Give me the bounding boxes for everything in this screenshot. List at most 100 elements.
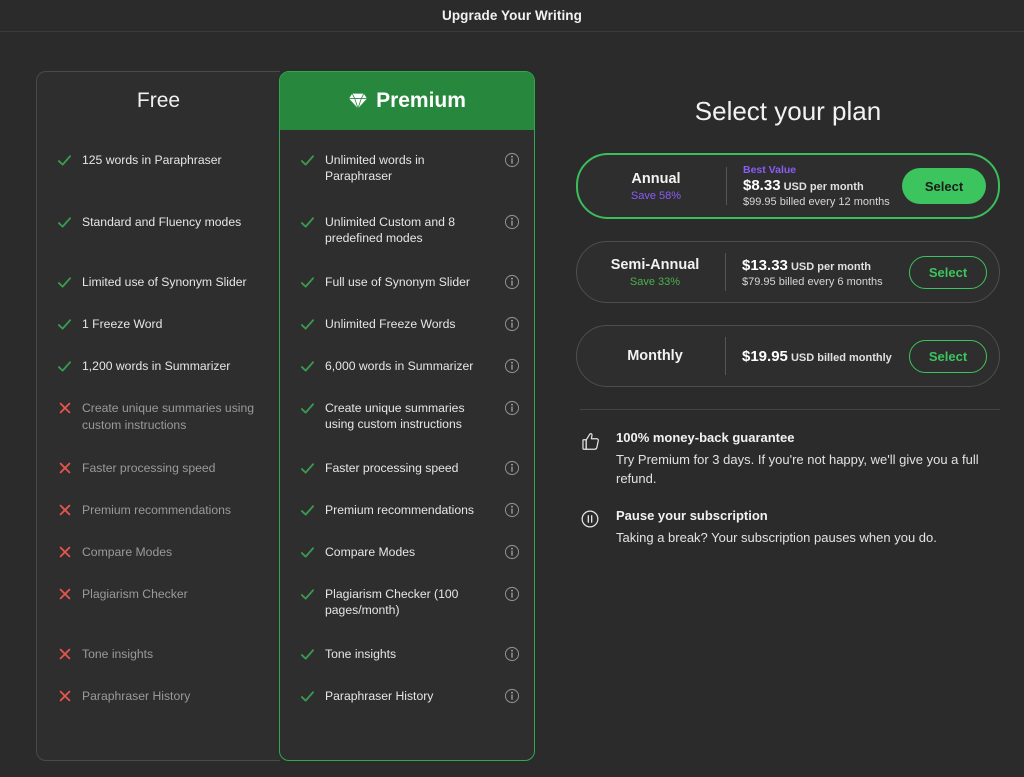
info-icon[interactable] [504,316,520,332]
plan-name: Annual [631,170,681,187]
plan-options-list: Annual Save 58% Best Value $8.33 USD per mo… [576,153,1000,387]
plan-name: Monthly [627,348,683,364]
feature-label: Compare Modes [325,544,416,559]
close-icon [57,401,72,415]
info-icon [504,460,520,475]
feature-row: Full use of Synonym Slider [280,274,534,316]
info-icon[interactable] [504,646,520,662]
close-icon [59,546,70,558]
thumbs-up-icon [582,433,599,450]
feature-row: Unlimited Custom and 8 predefined modes [280,214,534,274]
guarantee-body: Taking a break? Your subscription pauses… [616,530,937,545]
feature-label: Compare Modes [82,545,173,559]
check-icon [300,360,315,372]
info-icon[interactable] [504,214,520,230]
select-plan-button[interactable]: Select [909,339,987,373]
feature-label: Premium recommendations [325,502,475,517]
check-icon [300,503,315,518]
plan-price-unit: USD per month [787,260,872,273]
free-feature-list: 125 words in Paraphraser Standard and Flu… [37,130,280,730]
feature-row: Paraphraser History [37,688,280,730]
feature-label: Full use of Synonym Slider [325,274,470,289]
premium-feature-list: Unlimited words in Paraphraser Unlimited … [280,130,534,730]
plan-name-block: Annual Save 58% [578,171,726,202]
check-icon [300,275,315,290]
select-plan-button[interactable]: Select [909,255,987,289]
feature-label: Unlimited Custom and 8 predefined modes [325,214,456,246]
info-icon[interactable] [504,274,520,290]
info-icon[interactable] [504,152,520,168]
close-icon [57,587,72,601]
info-icon[interactable] [504,586,520,602]
check-icon [300,689,315,704]
feature-row: Paraphraser History [280,688,534,730]
select-plan-button[interactable]: Select [902,168,986,204]
feature-label: Create unique summaries using custom ins… [325,400,465,432]
page-title: Upgrade Your Writing [441,8,582,23]
check-icon [57,153,72,168]
check-icon [300,154,315,166]
guarantee-item: Pause your subscription Taking a break? Y… [576,508,1000,547]
plan-price-unit: USD billed monthly [787,351,892,364]
close-icon [59,504,70,516]
info-icon[interactable] [504,460,520,476]
plan-option-monthly[interactable]: Monthly $19.95 USD billed monthly Select [576,325,1000,387]
plan-price: $8.33 USD per month [743,177,902,194]
plan-option-semi-annual[interactable]: Semi-Annual Save 33% $13.33 USD per month $… [576,241,1000,303]
feature-label: 1 Freeze Word [82,317,163,331]
check-icon [300,690,315,702]
check-icon [300,647,315,662]
info-icon [504,688,520,703]
check-icon [300,402,315,414]
feature-row: Premium recommendations [280,502,534,544]
feature-label: Tone insights [325,646,397,661]
premium-plan-header: Premium [280,72,534,130]
info-icon[interactable] [504,502,520,518]
check-icon [57,215,72,230]
plan-name: Semi-Annual [610,256,700,273]
feature-label: Create unique summaries using custom ins… [82,401,255,432]
close-icon [59,648,70,660]
close-icon [59,462,70,474]
plan-pricing-block: $19.95 USD billed monthly [742,348,909,365]
plan-billing-note: $99.95 billed every 12 months [743,196,890,208]
info-icon [504,502,520,517]
free-plan-title: Free [136,89,181,112]
premium-plan-card: Premium Unlimited words in Paraphraser Un… [279,71,535,761]
check-icon [300,318,315,330]
info-icon [504,274,520,289]
info-icon[interactable] [504,358,520,374]
guarantee-heading: 100% money-back guarantee [616,430,795,445]
check-icon [300,588,315,600]
feature-row: Create unique summaries using custom ins… [280,400,534,460]
close-icon [57,647,72,661]
feature-label: Tone insights [82,647,154,661]
check-icon [57,361,72,372]
check-icon [300,276,315,288]
check-icon [300,504,315,516]
check-icon [300,317,315,332]
info-icon[interactable] [504,400,520,416]
plan-pricing-block: $13.33 USD per month $79.95 billed every … [742,257,909,288]
close-icon [57,461,72,475]
feature-label: 6,000 words in Summarizer [325,358,474,373]
plan-divider [725,337,726,375]
feature-label: Plagiarism Checker [82,587,188,601]
info-icon[interactable] [504,544,520,560]
close-icon [57,689,72,703]
feature-row: Limited use of Synonym Slider [37,274,280,316]
check-icon [300,545,315,560]
guarantee-text: Pause your subscription Taking a break? Y… [616,508,986,547]
check-icon [300,461,315,476]
check-icon [57,359,72,374]
feature-row: Tone insights [280,646,534,688]
plan-option-annual[interactable]: Annual Save 58% Best Value $8.33 USD per mo… [576,153,1000,219]
feature-row: Create unique summaries using custom ins… [37,400,280,460]
feature-label: Standard and Fluency modes [82,215,242,229]
info-icon[interactable] [504,688,520,704]
plan-price-amount: $8.33 [743,177,781,194]
check-icon [57,155,72,166]
info-icon [504,358,520,373]
guarantee-text: 100% money-back guarantee Try Premium for… [616,430,986,488]
check-icon [300,546,315,558]
